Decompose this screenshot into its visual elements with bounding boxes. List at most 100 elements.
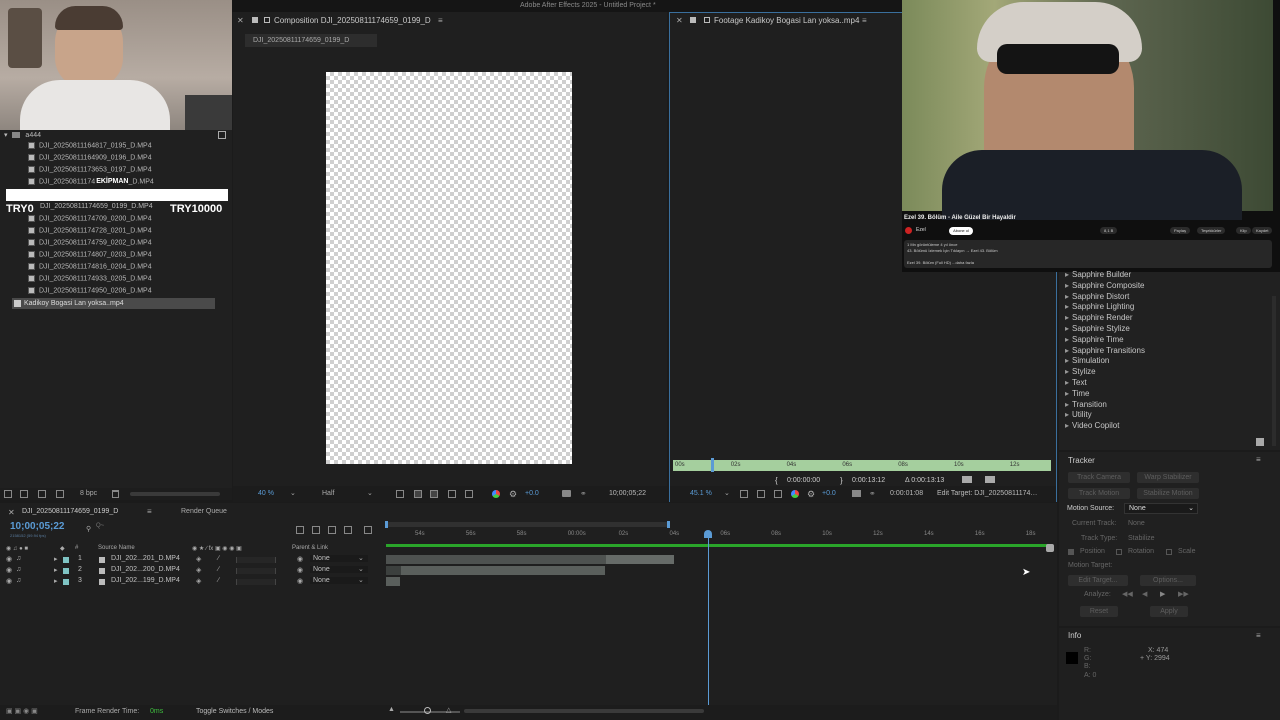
effect-category-item[interactable]: Text — [1065, 378, 1087, 387]
analyze-fwd-icon[interactable]: ▶▶ — [1178, 590, 1189, 598]
list-item[interactable]: DJI_20250811174950_0206_D.MP4 — [28, 287, 218, 298]
layer-bar-3[interactable] — [386, 577, 400, 586]
list-item[interactable]: DJI_20250811174933_0205_D.MP4 — [28, 275, 218, 286]
color-management-gear-icon[interactable]: ⚙ — [509, 489, 517, 500]
frame-blending-icon[interactable] — [344, 526, 352, 534]
track-camera-button[interactable]: Track Camera — [1068, 472, 1130, 483]
list-item[interactable]: DJI_20250811174816_0204_D.MP4 — [28, 263, 218, 274]
footage-roi-icon[interactable] — [740, 490, 748, 498]
footage-out-point[interactable]: 0:00:13:12 — [852, 477, 885, 484]
effect-category-item[interactable]: Stylize — [1065, 367, 1096, 376]
list-item[interactable]: DJI_20250811174659_0199_D.MP4 — [40, 203, 230, 214]
footage-zoom-select[interactable]: 45.1 % — [690, 490, 712, 497]
new-item-icon[interactable] — [218, 131, 226, 139]
save-button[interactable]: Kaydet — [1252, 227, 1273, 234]
footage-menu-icon[interactable]: ≡ — [862, 16, 867, 25]
parent-pickwhip-icon[interactable]: ◉ — [297, 555, 303, 563]
apply-button[interactable]: Apply — [1150, 606, 1188, 617]
current-time-indicator[interactable] — [708, 538, 709, 706]
comp-resolution-chevron-down-icon[interactable]: ⌄ — [367, 489, 373, 497]
footage-mask-icon[interactable] — [774, 490, 782, 498]
footage-zoom-chevron-down-icon[interactable]: ⌄ — [724, 489, 730, 497]
comp-canvas-transparent[interactable] — [326, 72, 572, 464]
expand-chevron-icon[interactable]: ▸ — [54, 555, 58, 563]
footage-edit-target[interactable]: Edit Target: DJI_20250811174… — [937, 490, 1037, 497]
effect-category-item[interactable]: Transition — [1065, 400, 1107, 409]
footage-grid-icon[interactable] — [757, 490, 765, 498]
layer-name[interactable]: DJI_202...200_D.MP4 — [111, 566, 180, 573]
comp-zoom-select[interactable]: 40 % — [258, 490, 274, 497]
expand-chevron-icon[interactable]: ▸ — [54, 566, 58, 574]
new-comp-icon[interactable] — [38, 490, 46, 498]
share-button[interactable]: Paylaş — [1170, 227, 1191, 234]
parent-pickwhip-icon[interactable]: ◉ — [297, 577, 303, 585]
effect-category-item[interactable]: Video Copilot — [1065, 421, 1119, 430]
layer-name[interactable]: DJI_202...201_D.MP4 — [111, 555, 180, 562]
audio-icon[interactable]: ♫ — [16, 566, 21, 573]
label-color-swatch[interactable] — [63, 557, 69, 563]
track-motion-button[interactable]: Track Motion — [1068, 488, 1130, 499]
transparency-grid-icon[interactable] — [414, 490, 422, 498]
channel-name[interactable]: Ezel — [916, 227, 926, 233]
show-snapshot-icon[interactable]: ⚭ — [580, 489, 587, 498]
analyze-backward-icon[interactable]: ◀ — [1142, 590, 1147, 598]
layer-bar-1[interactable] — [386, 555, 674, 564]
zoom-out-icon[interactable]: ▲ — [388, 706, 395, 713]
interpret-footage-icon[interactable] — [4, 490, 12, 498]
effect-category-item[interactable]: Sapphire Stylize — [1065, 324, 1130, 333]
timeline-current-time[interactable]: 10;00;05;22 — [10, 521, 64, 532]
motion-source-select[interactable]: None ⌄ — [1124, 503, 1198, 514]
snapshot-camera-icon[interactable] — [562, 490, 571, 497]
info-menu-icon[interactable]: ≡ — [1256, 631, 1261, 640]
mask-visibility-icon[interactable] — [448, 490, 456, 498]
comp-menu-icon[interactable]: ≡ — [438, 16, 443, 25]
effect-category-item[interactable]: Sapphire Builder — [1065, 270, 1131, 279]
zoom-in-icon[interactable]: △ — [446, 706, 451, 714]
footage-in-bracket-icon[interactable]: { — [775, 476, 778, 485]
footage-out-bracket-icon[interactable]: } — [840, 476, 843, 485]
timeline-tab-menu-icon[interactable]: ≡ — [147, 507, 152, 516]
list-item[interactable]: DJI_20250811174807_0203_D.MP4 — [28, 251, 218, 262]
thanks-button[interactable]: Teşekkürler — [1197, 227, 1226, 234]
table-row[interactable]: ◉ ♫ ▸ 3 DJI_202...199_D.MP4 ◈ ∕ ◉ None ⌄ — [4, 577, 384, 587]
work-area-start[interactable] — [385, 521, 388, 528]
timeline-tab-label[interactable]: DJI_20250811174659_0199_D — [22, 508, 118, 515]
eye-icon[interactable]: ◉ — [6, 566, 12, 574]
audio-icon[interactable]: ♫ — [16, 555, 21, 562]
layer-name[interactable]: DJI_202...199_D.MP4 — [111, 577, 180, 584]
shy-switch-icon[interactable]: ◈ — [196, 555, 201, 563]
chevron-down-icon[interactable]: ⌄ — [358, 576, 364, 584]
switch-boxes[interactable] — [236, 579, 276, 585]
motion-blur-icon[interactable] — [364, 526, 372, 534]
table-row[interactable]: ◉ ♫ ▸ 1 DJI_202...201_D.MP4 ◈ ∕ ◉ None ⌄ — [4, 555, 384, 565]
comp-tab-title[interactable]: Composition DJI_20250811174659_0199_D — [264, 16, 431, 25]
shy-switch-icon[interactable]: ◈ — [196, 566, 201, 574]
subscribe-button[interactable]: Abone ol — [949, 227, 973, 235]
new-folder-icon[interactable] — [20, 490, 28, 498]
footage-tab-title[interactable]: Footage Kadikoy Bogasi Lan yoksa..mp4 — [704, 16, 859, 25]
color-channels-icon[interactable] — [492, 490, 500, 498]
options-button[interactable]: Options... — [1140, 575, 1196, 586]
list-item[interactable]: DJI_20250811174728_0201_D.MP4 — [28, 227, 218, 238]
parent-pickwhip-icon[interactable]: ◉ — [297, 566, 303, 574]
grid-guide-icon[interactable] — [430, 490, 438, 498]
effect-category-item[interactable]: Sapphire Distort — [1065, 292, 1129, 301]
zoom-slider-handle[interactable] — [424, 707, 431, 714]
list-item[interactable]: DJI_20250811164817_0195_D.MP4 — [28, 142, 218, 153]
list-item[interactable]: DJI_20250811173653_0197_D.MP4 — [28, 166, 218, 177]
scale-checkbox[interactable] — [1166, 549, 1172, 555]
footage-show-snapshot-icon[interactable]: ⚭ — [869, 489, 876, 498]
switch-boxes[interactable] — [236, 568, 276, 574]
comp-mini-flowchart-icon[interactable] — [296, 526, 304, 534]
eye-icon[interactable]: ◉ — [6, 577, 12, 585]
toggle-switches-modes[interactable]: Toggle Switches / Modes — [196, 708, 273, 715]
shy-switch-icon[interactable]: ◈ — [196, 577, 201, 585]
effect-category-item[interactable]: Sapphire Composite — [1065, 281, 1144, 290]
comp-resolution-select[interactable]: Half — [322, 490, 334, 497]
list-item[interactable]: DJI_20250811164909_0196_D.MP4 — [28, 154, 218, 165]
search-icon[interactable]: ⚲ — [86, 525, 91, 533]
region-of-interest-icon[interactable] — [396, 490, 404, 498]
footage-exposure[interactable]: +0.0 — [822, 490, 836, 497]
comp-tab-close-icon[interactable]: ✕ — [237, 16, 244, 25]
effect-category-item[interactable]: Sapphire Lighting — [1065, 302, 1134, 311]
